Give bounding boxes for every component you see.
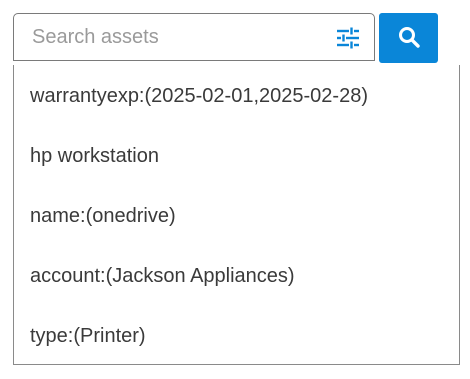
search-bar: [13, 13, 438, 65]
search-input[interactable]: [32, 14, 322, 60]
suggestion-item[interactable]: name:(onedrive): [14, 185, 459, 245]
suggestion-item[interactable]: account:(Jackson Appliances): [14, 245, 459, 305]
sliders-icon[interactable]: [336, 27, 360, 49]
magnifier-icon: [398, 26, 420, 51]
search-box: [13, 13, 375, 61]
suggestion-item[interactable]: hp workstation: [14, 125, 459, 185]
suggestions-dropdown: warrantyexp:(2025-02-01,2025-02-28) hp w…: [13, 65, 460, 365]
search-button[interactable]: [379, 13, 438, 63]
suggestion-item[interactable]: type:(Printer): [14, 305, 459, 365]
suggestion-item[interactable]: warrantyexp:(2025-02-01,2025-02-28): [14, 65, 459, 125]
